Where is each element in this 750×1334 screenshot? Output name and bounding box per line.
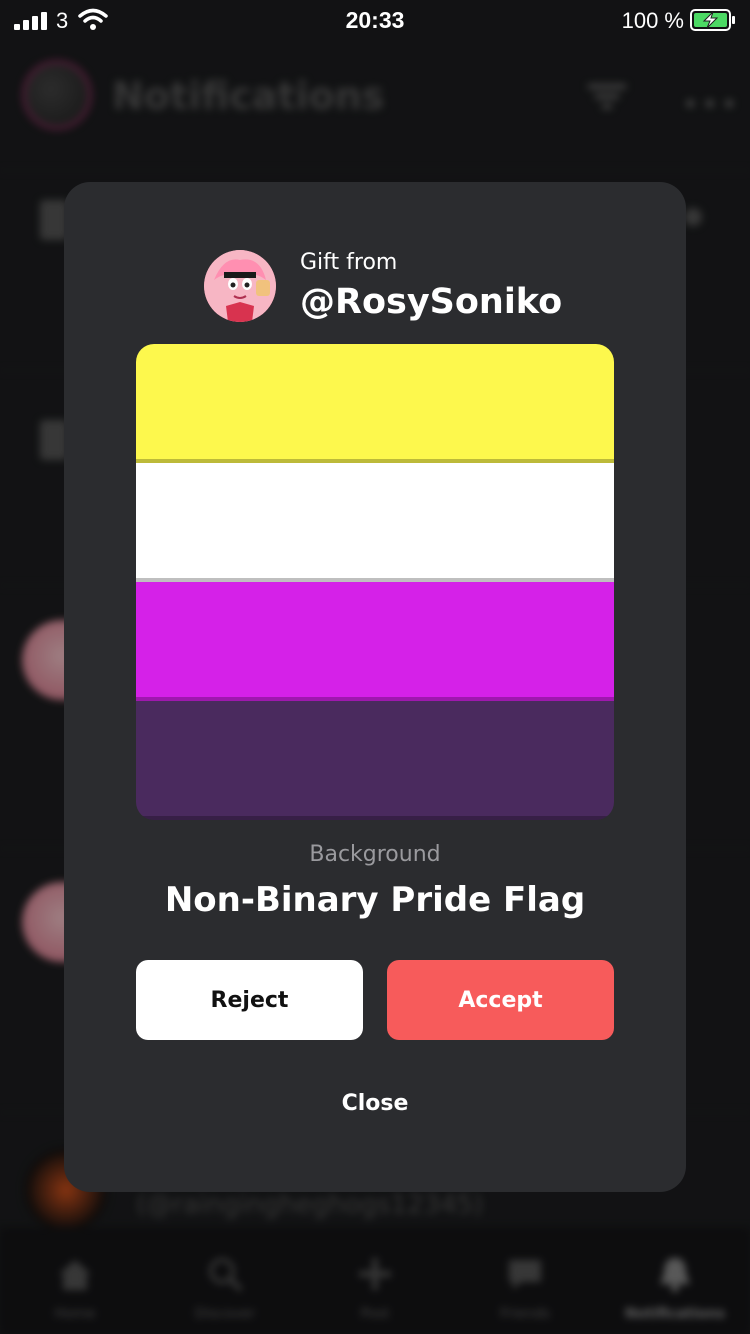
item-name: Non-Binary Pride Flag xyxy=(164,880,586,920)
flag-stripe-white xyxy=(136,463,614,582)
battery-charging-icon xyxy=(690,9,735,31)
battery-percentage: 100 % xyxy=(621,8,684,33)
character-avatar-icon xyxy=(204,250,276,322)
flag-stripe-purple xyxy=(136,582,614,701)
flag-stripe-dark-purple xyxy=(136,701,614,820)
gift-from-label: Gift from xyxy=(300,250,398,275)
gift-modal: Gift from @RosySoniko Background Non-Bin… xyxy=(64,182,686,1192)
gift-preview-flag xyxy=(136,344,614,820)
sender-avatar[interactable] xyxy=(204,250,276,322)
item-type-label: Background xyxy=(309,842,441,867)
reject-button[interactable]: Reject xyxy=(136,960,363,1040)
close-button[interactable]: Close xyxy=(275,1078,475,1128)
accept-button[interactable]: Accept xyxy=(387,960,614,1040)
status-bar: 3 20:33 100 % xyxy=(0,0,750,40)
flag-stripe-yellow xyxy=(136,344,614,463)
sender-handle[interactable]: @RosySoniko xyxy=(300,282,562,322)
